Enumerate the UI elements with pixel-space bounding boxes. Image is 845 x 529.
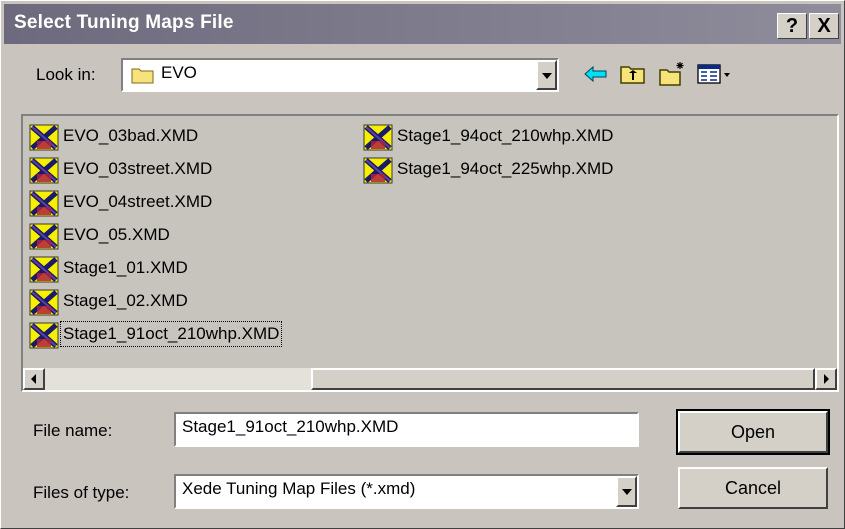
scroll-right-button[interactable] xyxy=(815,368,837,390)
xmd-file-icon xyxy=(29,256,59,283)
xmd-file-icon xyxy=(363,157,393,184)
xmd-file-icon xyxy=(29,190,59,217)
look-in-value: EVO xyxy=(161,63,197,82)
view-menu-icon[interactable] xyxy=(696,59,734,89)
folder-icon xyxy=(131,68,154,84)
file-name-label: File name: xyxy=(33,421,113,440)
dialog-title: Select Tuning Maps File xyxy=(14,12,234,33)
xmd-file-icon xyxy=(29,289,59,316)
xmd-file-icon xyxy=(29,322,59,349)
file-name: Stage1_02.XMD xyxy=(63,291,188,310)
file-name-value: Stage1_91oct_210whp.XMD xyxy=(182,417,399,436)
scroll-left-arrow-icon xyxy=(31,374,36,384)
file-name: Stage1_01.XMD xyxy=(63,258,188,277)
files-of-type-value: Xede Tuning Map Files (*.xmd) xyxy=(182,479,416,498)
file-name: EVO_03bad.XMD xyxy=(63,126,199,145)
files-of-type-dropdown-button[interactable] xyxy=(616,476,637,507)
file-name: Stage1_94oct_210whp.XMD xyxy=(397,126,614,145)
file-name: Stage1_91oct_210whp.XMD xyxy=(59,321,283,347)
files-of-type-label: Files of type: xyxy=(33,483,130,502)
select-file-dialog: Select Tuning Maps File ? X Look in: EVO… xyxy=(0,0,845,529)
file-name: EVO_04street.XMD xyxy=(63,192,213,211)
back-arrow-icon[interactable] xyxy=(581,59,611,89)
cancel-button[interactable]: Cancel xyxy=(678,467,828,509)
file-list[interactable]: EVO_03bad.XMD EVO_03street.XMD EVO_04stree… xyxy=(21,114,839,392)
close-button[interactable]: X xyxy=(809,13,839,39)
xmd-file-icon xyxy=(29,124,59,151)
files-of-type-combo[interactable]: Xede Tuning Map Files (*.xmd) xyxy=(174,474,639,509)
title-bar[interactable]: Select Tuning Maps File ? X xyxy=(4,4,841,44)
xmd-file-icon xyxy=(29,157,59,184)
help-button[interactable]: ? xyxy=(777,13,807,39)
horizontal-scrollbar[interactable] xyxy=(23,368,837,390)
look-in-dropdown-button[interactable] xyxy=(536,60,557,90)
xmd-file-icon xyxy=(29,223,59,250)
scroll-right-arrow-icon xyxy=(824,374,829,384)
look-in-combo[interactable]: EVO xyxy=(121,58,559,92)
new-folder-icon[interactable] xyxy=(658,59,688,89)
scroll-thumb[interactable] xyxy=(311,368,815,390)
open-button[interactable]: Open xyxy=(676,409,830,455)
file-name-field[interactable]: Stage1_91oct_210whp.XMD xyxy=(174,412,639,447)
up-folder-icon[interactable] xyxy=(618,59,648,89)
look-in-label: Look in: xyxy=(36,65,96,84)
file-name: EVO_05.XMD xyxy=(63,225,170,244)
file-name: Stage1_94oct_225whp.XMD xyxy=(397,159,614,178)
file-name: EVO_03street.XMD xyxy=(63,159,213,178)
xmd-file-icon xyxy=(363,124,393,151)
scroll-left-button[interactable] xyxy=(23,368,45,390)
